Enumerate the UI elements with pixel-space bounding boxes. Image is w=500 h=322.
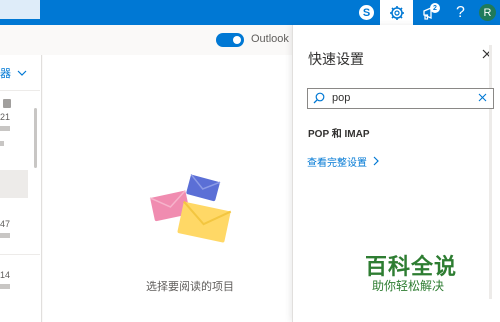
pin-icon [3,99,11,108]
list-item-snippet [0,141,4,146]
panel-scrollbar[interactable] [489,45,492,299]
top-bar: S 2 ? R [0,0,500,25]
command-bar [0,25,292,55]
list-item-snippet [0,233,10,238]
clear-icon [478,93,486,102]
filter-dropdown[interactable]: 器 [0,64,27,82]
list-item-date: 14 [0,270,11,280]
search-icon [313,92,325,104]
outlook-toggle-label: Outlook [251,33,289,45]
app-search-box[interactable] [0,0,40,19]
settings-button[interactable] [380,0,413,25]
avatar: R [479,4,496,21]
account-button[interactable]: R [475,0,500,25]
notification-badge: 2 [430,3,440,13]
list-divider [0,90,40,91]
skype-button[interactable]: S [350,0,383,25]
search-result-pop-imap[interactable]: POP 和 IMAP [308,125,370,140]
list-item-date: 47 [0,219,11,229]
help-button[interactable]: ? [444,0,477,25]
clear-search-button[interactable] [476,91,488,105]
filter-label: 器 [0,68,11,80]
gear-icon [389,5,404,20]
list-scrollbar[interactable] [34,108,37,168]
list-item-snippet [0,284,10,289]
envelopes-illustration [149,173,232,243]
outlook-toggle[interactable] [216,33,244,47]
watermark-subtitle: 助你轻松解决 [372,279,445,293]
search-value: pop [332,92,351,104]
list-item-selected[interactable] [0,170,28,198]
list-item-date: 21 [0,112,11,122]
panel-title: 快速设置 [308,51,364,67]
settings-search-input[interactable]: pop [307,88,494,109]
list-divider [0,254,40,255]
skype-icon: S [359,5,374,20]
help-icon: ? [456,3,465,21]
list-item-snippet [0,126,10,131]
chevron-right-icon [373,156,379,166]
empty-reading-message: 选择要阅读的项目 [146,281,234,293]
whats-new-button[interactable]: 2 [413,0,446,25]
view-all-settings-link[interactable]: 查看完整设置 [307,154,367,169]
chevron-down-icon [18,70,27,76]
